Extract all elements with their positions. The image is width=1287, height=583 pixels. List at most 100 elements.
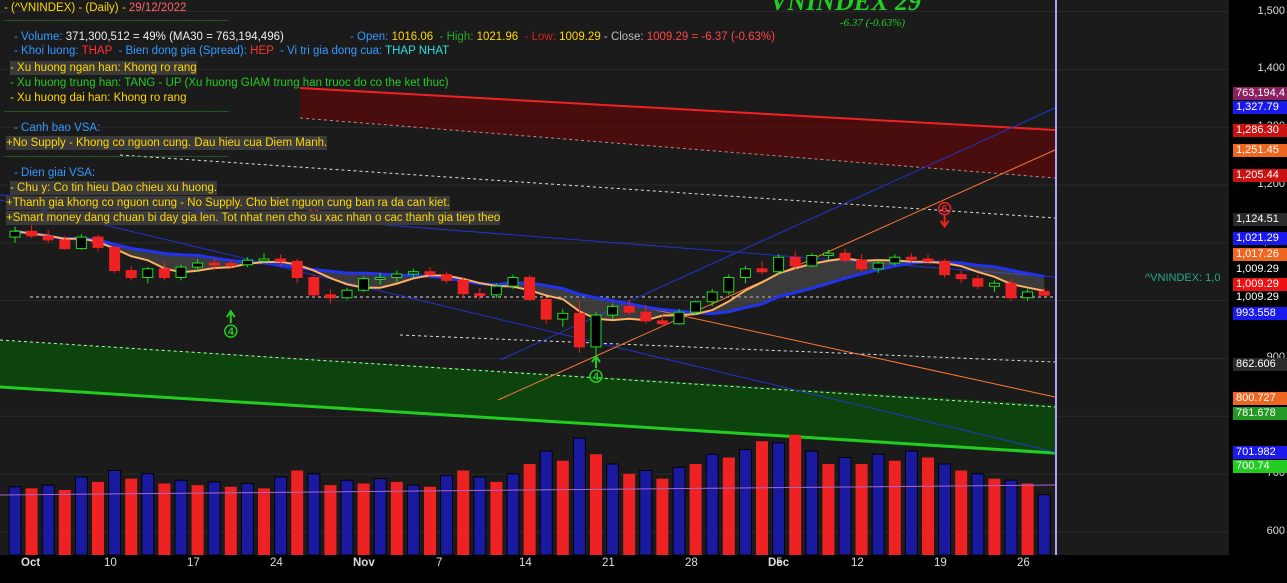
trend-mid: - Xu huong trung han: TANG - UP [10, 77, 182, 89]
volume-bar [1021, 483, 1034, 555]
candle-body [540, 298, 552, 320]
volume-bar [390, 481, 403, 555]
volume-bar [639, 470, 653, 556]
volume-bar [258, 488, 270, 555]
trend-mid-line: - Xu huong trung han: TANG - UP (Xu huon… [10, 76, 449, 90]
volume-bar [92, 481, 104, 555]
candle-body [441, 274, 453, 281]
buy-signal-marker: 4 [224, 309, 238, 338]
volume-bar [174, 479, 188, 556]
volume-bar [473, 476, 487, 556]
candle-body [507, 277, 519, 287]
volume-bar [357, 483, 370, 555]
candle-body [889, 256, 901, 264]
volume-bar [506, 473, 520, 556]
price-label: 1,009.29 [1233, 263, 1287, 276]
candle-body [291, 260, 303, 278]
separator-3: ----------------------------------------… [4, 151, 229, 161]
y-tick-label: 1,500 [1257, 4, 1285, 17]
candle-body [324, 294, 336, 299]
candle-body [175, 266, 187, 278]
candle-body [125, 270, 137, 278]
volume-bar [738, 448, 752, 556]
volume-bar [108, 470, 122, 556]
candle-body [158, 268, 170, 278]
candle-body [258, 258, 270, 262]
x-tick-label: 14 [519, 557, 532, 569]
bien-dong-label: - Bien dong gia (Spread): [118, 45, 247, 57]
volume-bar [1037, 494, 1051, 556]
candle-body [424, 271, 436, 276]
volume-bar [523, 464, 536, 555]
volume-bar [373, 478, 387, 556]
candle-body [109, 246, 121, 272]
price-label: 1,009.29 [1233, 278, 1287, 291]
candle-body [723, 277, 735, 293]
arrow-down-icon [939, 214, 950, 229]
candle-body [789, 256, 801, 267]
candle-body [922, 258, 934, 262]
price-label: 1,251.45 [1233, 144, 1287, 157]
volume-bar [572, 437, 586, 556]
price-label: 1,327.79 [1233, 101, 1287, 114]
candle-body [955, 274, 967, 280]
candle-body [939, 260, 951, 276]
big-index-title: VNINDEX 29 [770, 0, 921, 16]
x-tick-label: 5 [776, 557, 783, 569]
separator-2: ----------------------------------------… [4, 106, 229, 116]
volume-bar [822, 464, 835, 555]
volume-bar [539, 450, 553, 556]
khoi-luong-label: - Khoi luong: [14, 45, 79, 57]
high-value: 1021.96 [476, 31, 519, 43]
ohlc-line: - Open: 1016.06 - High: 1021.96 - Low: 1… [350, 30, 775, 44]
volume-label: - Volume: [14, 31, 63, 43]
volume-bar [274, 476, 288, 556]
resistance-band [300, 88, 1055, 178]
trend-long: - Xu huong dai han: Khong ro rang [10, 92, 187, 104]
signal-label: 4 [228, 326, 235, 338]
volume-bar [141, 473, 155, 556]
dien-giai-label: - Dien giai VSA: [14, 167, 96, 179]
volume-bar [556, 460, 569, 555]
price-label: 1,124.51 [1233, 213, 1287, 226]
candle-body [275, 258, 287, 262]
volume-bar [922, 457, 934, 555]
signal-label: 4 [593, 371, 600, 383]
chart-root: 4466 - (^VNINDEX) - (Daily) - 29/12/2022… [0, 0, 1287, 583]
candle-body [42, 235, 54, 241]
trend-short: - Xu huong ngan han: Khong ro rang [10, 61, 197, 75]
volume-bar [424, 486, 436, 555]
arrow-up-icon [225, 309, 236, 324]
candle-body [208, 262, 220, 266]
header-change: -6.37 (-0.63%) [840, 17, 906, 29]
canh-bao-label: - Canh bao VSA: [14, 122, 101, 134]
candle-body [806, 255, 818, 267]
volume-bar [324, 485, 337, 555]
candle-body [590, 314, 602, 348]
candle-body [988, 282, 1000, 287]
candle-body [524, 277, 536, 300]
volume-bar [838, 457, 852, 556]
candle-body [92, 236, 104, 248]
x-tick-label: Nov [353, 557, 375, 569]
candle-body [822, 252, 834, 257]
volume-bar [406, 484, 420, 556]
candle-body [241, 259, 253, 266]
series-label: ^VNINDEX: 1,0 [1145, 272, 1221, 284]
candle-body [1005, 282, 1017, 299]
volume-bar [672, 466, 686, 556]
vsa-status-line: - Khoi luong: THAP - Bien dong gia (Spre… [14, 44, 449, 58]
volume-bar [756, 441, 768, 555]
volume-value: 371,300,512 = 49% [65, 31, 166, 43]
volume-bar [490, 481, 503, 555]
volume-bar [307, 473, 321, 556]
candle-body [341, 289, 353, 299]
volume-bar [74, 476, 88, 556]
candle-body [391, 273, 403, 278]
x-tick-label: 28 [685, 557, 698, 569]
y-tick-label: 1,400 [1257, 62, 1285, 75]
volume-bar [904, 450, 918, 556]
price-label: 1,017.26 [1233, 248, 1287, 261]
x-tick-label: 21 [602, 557, 615, 569]
volume-bar [8, 486, 22, 556]
